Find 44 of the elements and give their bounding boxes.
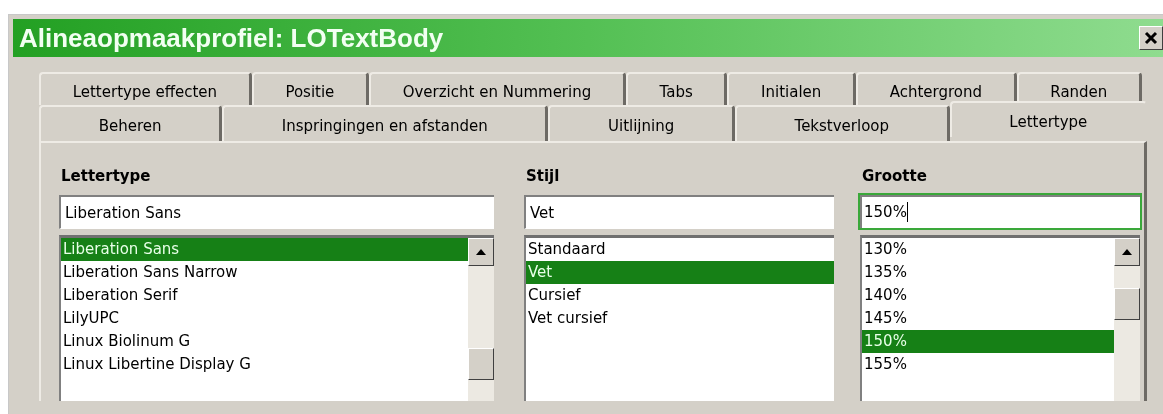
tab[interactable]: Achtergrond: [856, 72, 1017, 105]
up-arrow-icon: [1122, 249, 1132, 255]
list-item[interactable]: Liberation Sans Narrow: [61, 261, 468, 284]
list-item[interactable]: Liberation Sans: [61, 238, 468, 261]
scrollbar[interactable]: [468, 238, 494, 401]
tab[interactable]: Initialen: [727, 72, 856, 105]
column-heading: Stijl: [525, 167, 561, 185]
list-item[interactable]: Cursief: [526, 284, 834, 307]
list-item[interactable]: 150%: [862, 330, 1114, 353]
list-item[interactable]: Linux Biolinum G: [61, 330, 468, 353]
tab[interactable]: Lettertype: [949, 101, 1147, 137]
window-title: Alineaopmaakprofiel: LOTextBody: [19, 22, 444, 54]
list-item[interactable]: 130%: [862, 238, 1114, 261]
list-item[interactable]: Vet cursief: [526, 307, 834, 330]
list-item[interactable]: Liberation Serif: [61, 284, 468, 307]
column-heading: Lettertype: [60, 167, 152, 185]
tab[interactable]: Tabs: [625, 72, 728, 105]
tab[interactable]: Beheren: [39, 105, 223, 141]
close-icon: [1144, 31, 1158, 45]
tab[interactable]: Positie: [251, 72, 369, 105]
list-item[interactable]: Standaard: [526, 238, 834, 261]
list-item[interactable]: 145%: [862, 307, 1114, 330]
tab[interactable]: Lettertype effecten: [39, 72, 252, 105]
scroll-thumb[interactable]: [468, 348, 494, 380]
list-item[interactable]: 155%: [862, 353, 1114, 376]
tab[interactable]: Overzicht en Nummering: [369, 72, 626, 105]
scroll-up-button[interactable]: [468, 238, 494, 266]
input-field[interactable]: Liberation Sans: [59, 195, 494, 229]
input-field[interactable]: Vet: [524, 195, 834, 229]
list-item[interactable]: Linux Libertine Display G: [61, 353, 468, 376]
scroll-up-button[interactable]: [1114, 238, 1140, 266]
column-heading: Grootte: [861, 167, 928, 185]
list-item[interactable]: 140%: [862, 284, 1114, 307]
scrollbar[interactable]: [1114, 238, 1140, 401]
list-item[interactable]: 135%: [862, 261, 1114, 284]
close-button[interactable]: [1139, 26, 1163, 50]
input-field[interactable]: 150%: [858, 193, 1142, 230]
scroll-thumb[interactable]: [1114, 288, 1140, 320]
tab[interactable]: Tekstverloop: [734, 105, 950, 141]
list-item[interactable]: Vet: [526, 261, 834, 284]
tab[interactable]: Uitlijning: [548, 105, 735, 141]
tab[interactable]: Inspringingen en afstanden: [222, 105, 549, 141]
up-arrow-icon: [476, 249, 486, 255]
list-item[interactable]: LilyUPC: [61, 307, 468, 330]
